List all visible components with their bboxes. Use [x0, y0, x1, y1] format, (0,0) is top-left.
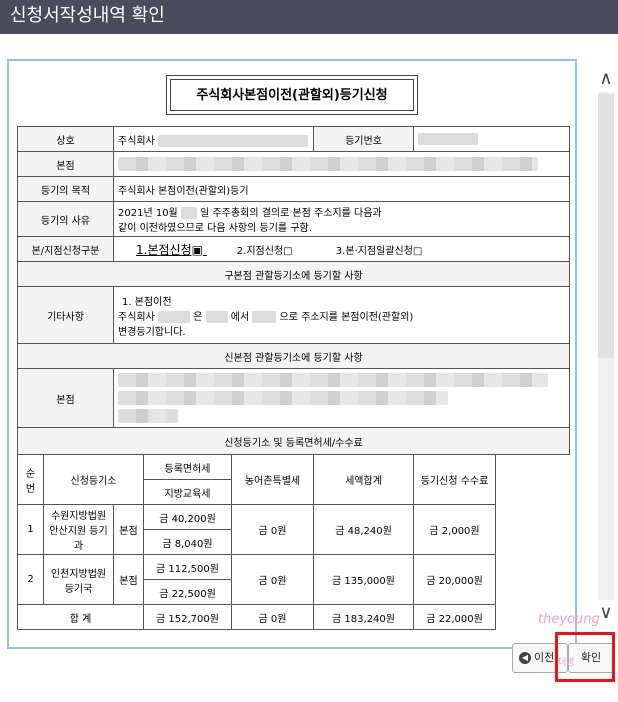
watermark-text-2: 더영	[558, 658, 575, 668]
table-row: 본/지점신청구분 1.본점신청▣ 2.지점신청□ 3.본·지점일괄신청□	[17, 236, 571, 262]
company-value: 주식회사	[112, 126, 315, 152]
chevron-up-icon[interactable]: ∧	[596, 68, 616, 90]
fee-type: 본점	[113, 504, 144, 555]
type-option-both: 3.본·지점일괄신청□	[335, 245, 423, 257]
table-row: 등기의 목적 주식회사 본점이전(관할외)등기	[17, 176, 571, 202]
table-row: 상호 주식회사 등기번호	[17, 126, 571, 152]
head-office-label: 본점	[17, 151, 114, 177]
type-label: 본/지점신청구분	[17, 236, 114, 262]
purpose-value: 주식회사 본점이전(관할외)등기	[112, 176, 571, 202]
fee-no: 1	[17, 504, 44, 555]
col-rural-tax: 농어촌특별세	[230, 454, 315, 505]
fee-row: 1 수원지방법원 안산지원 등기과 본점 금 40,200원 금 0원 금 48,240원…	[17, 504, 570, 555]
fee-office: 수원지방법원 안산지원 등기과	[43, 504, 114, 555]
reason-label: 등기의 사유	[17, 201, 114, 237]
fee-rural-tax: 금 0원	[230, 554, 315, 605]
total-fee: 금 22,000원	[413, 604, 497, 630]
fee-amount: 금 2,000원	[413, 504, 497, 555]
document-title: 주식회사본점이전(관할외)등기신청	[170, 79, 414, 111]
col-reg-tax: 등록면허세	[143, 454, 232, 480]
fee-reg-tax: 금 112,500원	[143, 554, 232, 580]
fee-edu-tax: 금 8,040원	[143, 529, 232, 555]
table-row: 구본점 관할등기소에 등기할 사항	[16, 261, 571, 287]
table-row: 본점	[17, 368, 571, 428]
fee-edu-tax: 금 22,500원	[143, 579, 232, 605]
col-no: 순번	[17, 454, 44, 505]
fee-rural-tax: 금 0원	[230, 504, 315, 555]
reg-no-value	[413, 126, 571, 152]
reason-value: 2021년 10월 일 주주총회의 결의로 본점 주소지를 다음과 같이 이전하…	[112, 201, 571, 237]
fee-office: 인천지방법원 등기국	[43, 554, 114, 605]
total-tax-total: 금 183,240원	[313, 604, 415, 630]
total-rural-tax: 금 0원	[230, 604, 315, 630]
misc-label: 기타사항	[17, 286, 114, 344]
fee-tax-total: 금 135,000원	[313, 554, 415, 605]
table-row: 본점	[17, 151, 571, 177]
table-row: 등기의 사유 2021년 10월 일 주주총회의 결의로 본점 주소지를 다음과…	[17, 201, 571, 237]
reg-no-label: 등기번호	[313, 126, 415, 152]
redacted-company-name	[158, 134, 308, 147]
application-table: 상호 주식회사 등기번호 본점 등기의 목적 주식회사 본점이전(관할외)등기 …	[16, 126, 571, 630]
type-option-head: 1.본점신청▣	[136, 242, 203, 257]
col-office: 신청등기소	[43, 454, 144, 505]
old-office-section: 구본점 관할등기소에 등기할 사항	[16, 261, 571, 287]
scrollbar-thumb[interactable]	[598, 94, 614, 358]
fee-no: 2	[17, 554, 44, 605]
vertical-scrollbar[interactable]: ∧ ∨	[596, 62, 616, 632]
fee-header-row: 순번 신청등기소 등록면허세 농어촌특별세 세액합계 등기신청 수수료	[17, 454, 570, 505]
table-row: 신청등기소 및 등록면허세/수수료	[16, 427, 571, 455]
head-office-value	[112, 151, 571, 177]
fee-total-row: 합 계금 152,700원 금 0원 금 183,240원 금 22,000원	[17, 604, 570, 630]
fee-reg-tax: 금 40,200원	[143, 504, 232, 530]
table-row: 신본점 관할등기소에 등기할 사항	[16, 343, 571, 369]
type-options: 1.본점신청▣ 2.지점신청□ 3.본·지점일괄신청□	[112, 236, 571, 262]
total-label: 합 계	[17, 604, 144, 630]
col-tax-total: 세액합계	[313, 454, 415, 505]
document-frame: 주식회사본점이전(관할외)등기신청 상호 주식회사 등기번호 본점 등기의 목적…	[7, 59, 577, 649]
fee-amount: 금 20,000원	[413, 554, 497, 605]
fee-tax-total: 금 48,240원	[313, 504, 415, 555]
type-option-branch: 2.지점신청□	[236, 245, 293, 257]
new-head-label: 본점	[17, 368, 114, 428]
watermark-text: theyoung	[538, 612, 600, 627]
fee-type: 본점	[113, 554, 144, 605]
purpose-label: 등기의 목적	[17, 176, 114, 202]
misc-value: 1. 본점이전 주식회사 은 에서 으로 주소지를 본점이전(관할외) 변경등기…	[112, 286, 571, 344]
col-fee: 등기신청 수수료	[413, 454, 497, 505]
document-title-box: 주식회사본점이전(관할외)등기신청	[166, 75, 418, 115]
company-label: 상호	[17, 126, 114, 152]
fee-row: 2 인천지방법원 등기국 본점 금 112,500원 금 0원 금 135,000원 금 2…	[17, 554, 570, 605]
new-head-value	[112, 368, 571, 428]
fee-section: 신청등기소 및 등록면허세/수수료	[16, 427, 571, 455]
window-title: 신청서작성내역 확인	[0, 0, 618, 34]
table-row: 기타사항 1. 본점이전 주식회사 은 에서 으로 주소지를 본점이전(관할외)…	[17, 286, 571, 344]
total-reg-tax: 금 152,700원	[143, 604, 232, 630]
circle-chevron-left-icon: ◀	[519, 652, 531, 664]
col-edu-tax: 지방교육세	[143, 479, 232, 505]
new-office-section: 신본점 관할등기소에 등기할 사항	[16, 343, 571, 369]
